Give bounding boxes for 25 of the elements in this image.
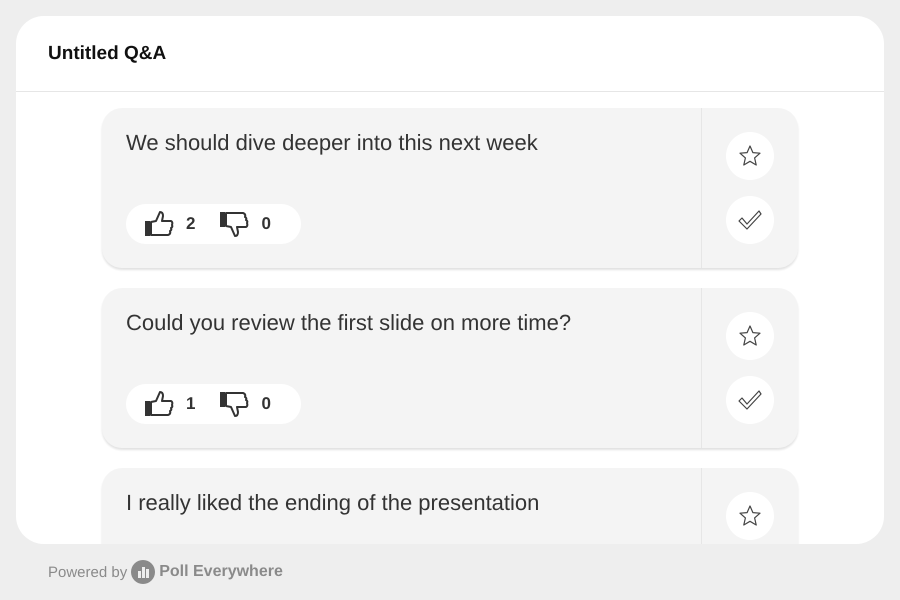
- thumbs-up-icon[interactable]: [144, 209, 174, 239]
- question-text: Could you review the first slide on more time?: [126, 310, 572, 336]
- thumbs-down-icon[interactable]: [219, 209, 250, 239]
- upvote-count: 1: [186, 394, 196, 414]
- mark-answered-button[interactable]: [726, 196, 774, 244]
- upvote-count: 2: [186, 214, 196, 234]
- star-button[interactable]: [726, 312, 774, 360]
- check-icon: [737, 389, 763, 411]
- question-text: We should dive deeper into this next week: [126, 130, 539, 156]
- question-text: I really liked the ending of the presentation: [126, 490, 540, 516]
- star-icon: [738, 324, 762, 348]
- page-title: Untitled Q&A: [48, 42, 166, 64]
- mark-answered-button[interactable]: [726, 376, 774, 424]
- star-icon: [738, 504, 762, 528]
- star-button[interactable]: [726, 492, 774, 540]
- star-icon: [738, 144, 762, 168]
- thumbs-down-icon[interactable]: [219, 389, 250, 419]
- star-button[interactable]: [726, 132, 774, 180]
- powered-by-text: Powered by: [48, 564, 128, 580]
- brand-name: Poll Everywhere: [159, 563, 283, 581]
- downvote-count: 0: [261, 214, 271, 234]
- logo-icon: [131, 560, 156, 584]
- thumbs-up-icon[interactable]: [144, 389, 174, 419]
- downvote-count: 0: [261, 394, 271, 414]
- check-icon: [737, 209, 763, 231]
